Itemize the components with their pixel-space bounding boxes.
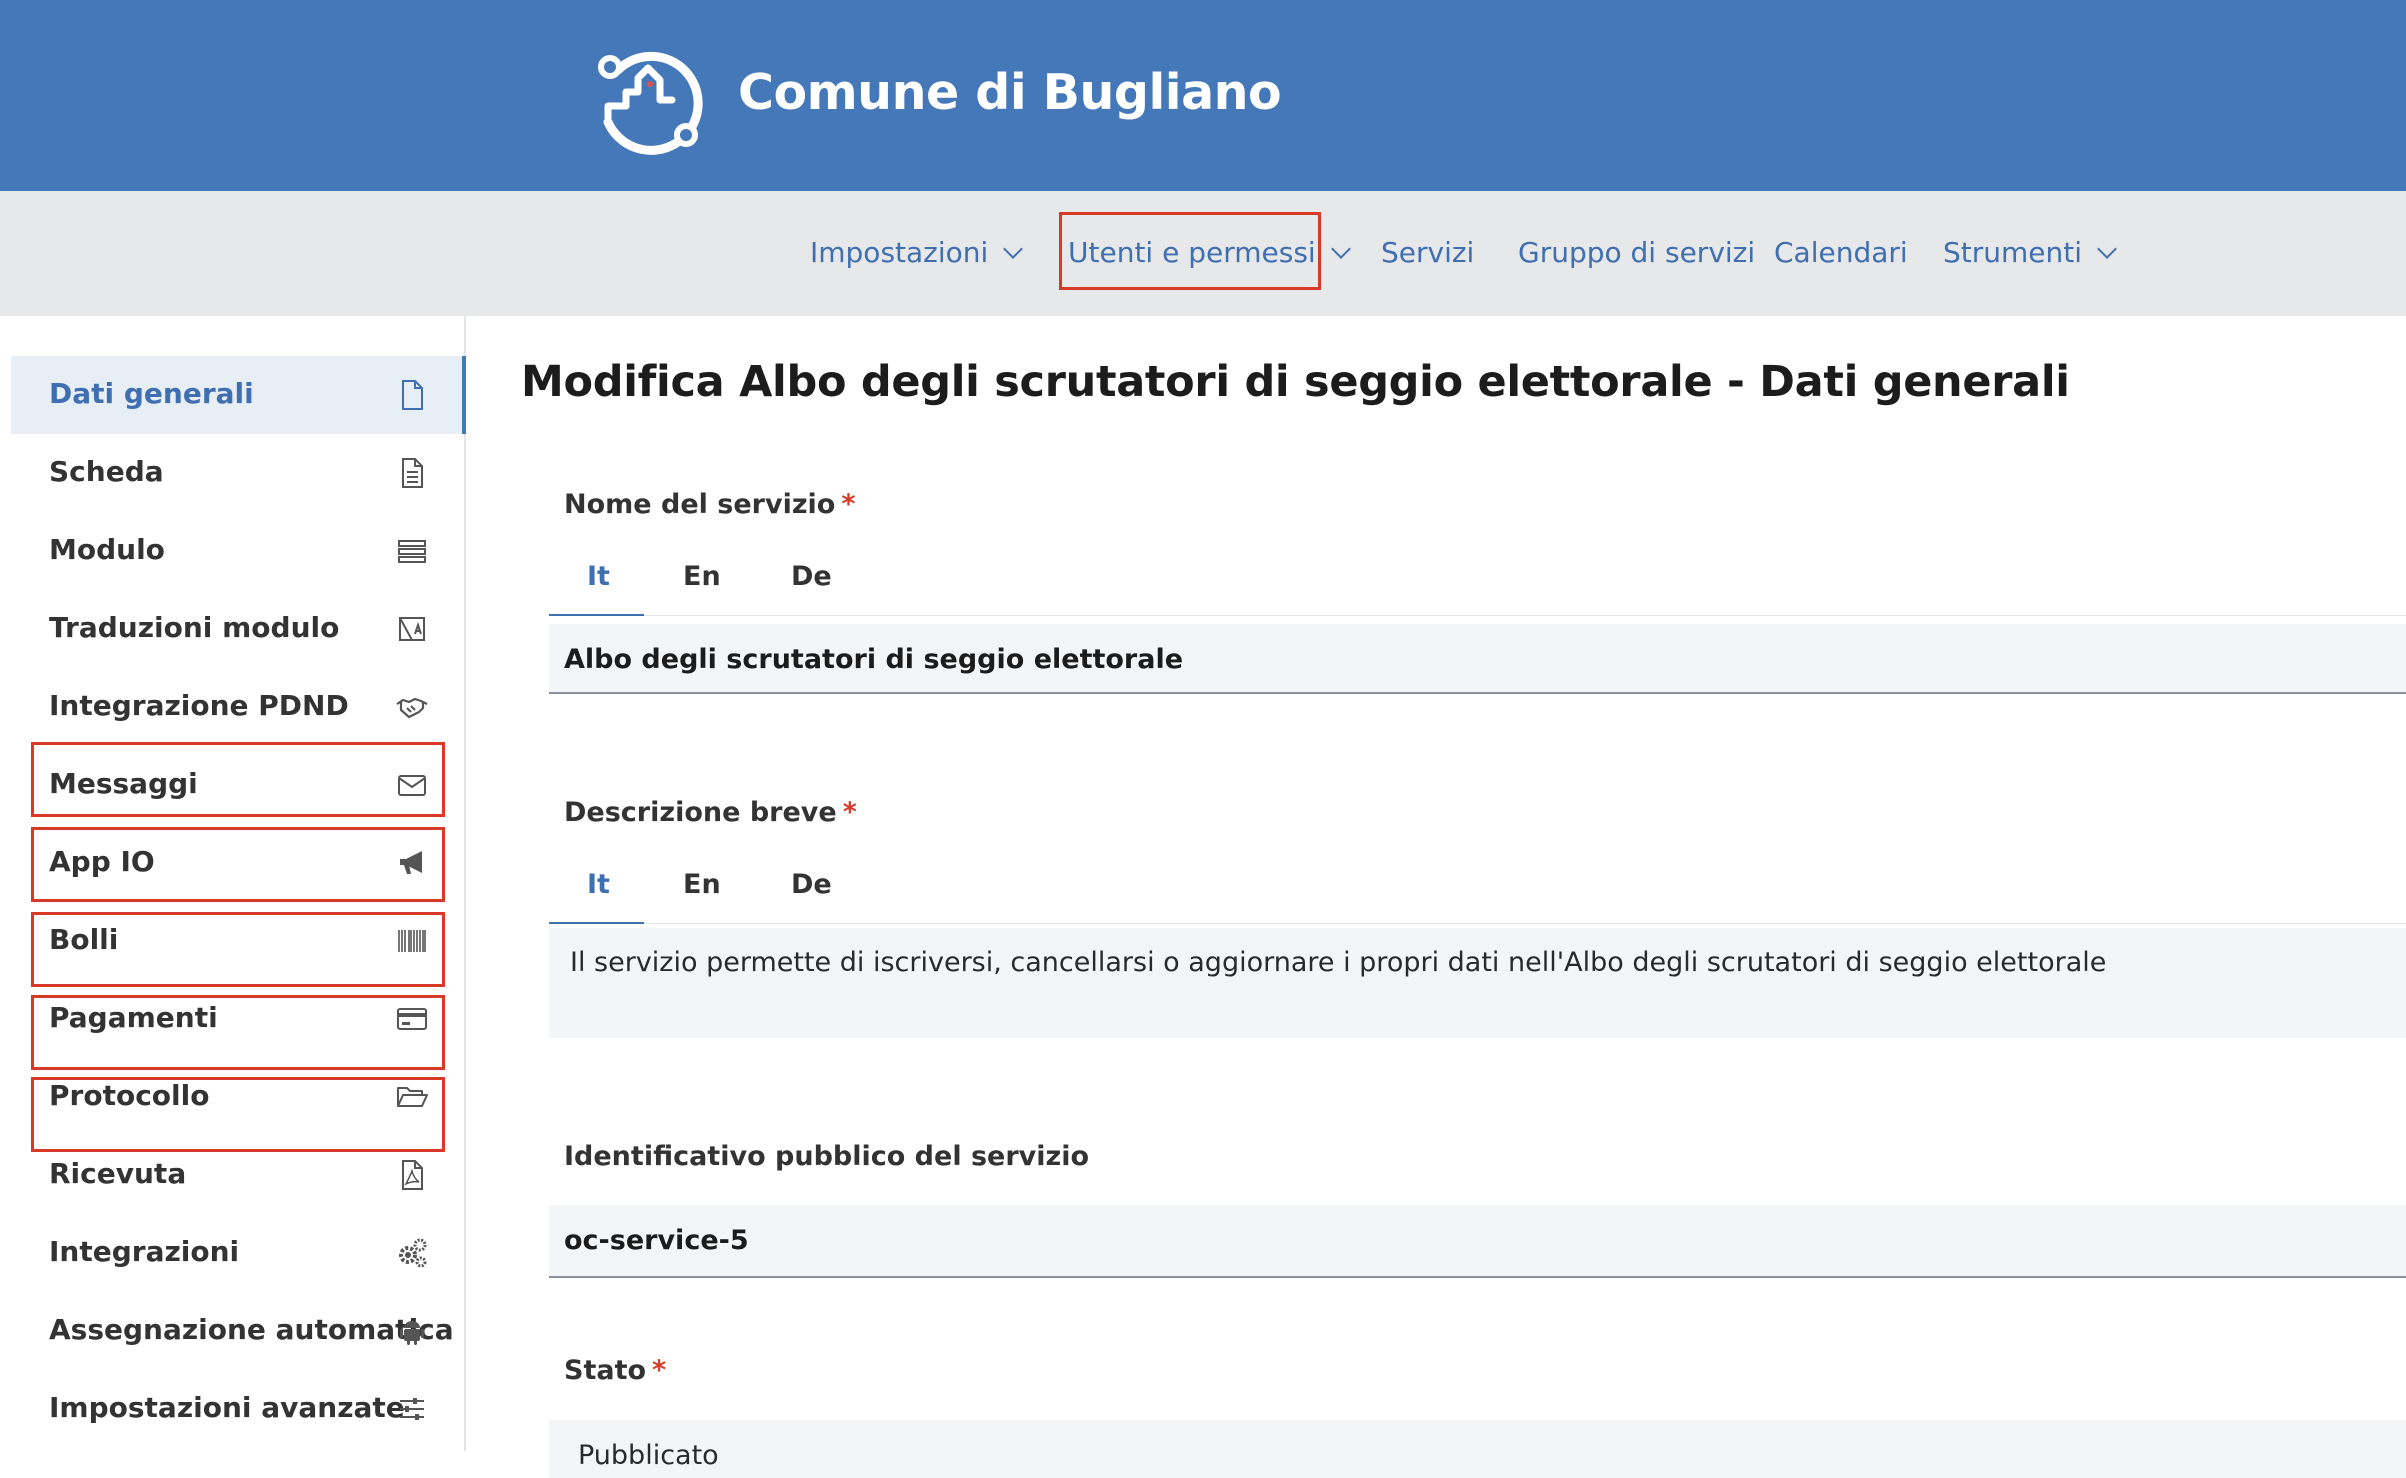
nav-item-gruppo-di-servizi[interactable]: Gruppo di servizi	[1518, 236, 1755, 269]
active-tab-indicator	[549, 922, 644, 924]
file-icon	[402, 380, 423, 410]
status-label: Stato *	[564, 1355, 666, 1386]
nav-item-utenti-e-permessi[interactable]: Utenti e permessi	[1068, 236, 1351, 269]
sidebar-item-bolli[interactable]: Bolli	[11, 902, 463, 980]
handshake-icon	[396, 697, 428, 719]
sidebar-item-label: Bolli	[49, 923, 119, 956]
nav-label: Utenti e permessi	[1068, 236, 1316, 269]
public-identifier-value: oc-service-5	[564, 1225, 749, 1256]
chevron-down-icon	[2097, 239, 2117, 259]
credit-card-icon	[397, 1008, 427, 1030]
status-label-text: Stato	[564, 1355, 647, 1386]
nav-label: Gruppo di servizi	[1518, 236, 1756, 269]
service-name-language-tabs: It En De	[549, 549, 2406, 616]
sidebar-item-traduzioni-modulo[interactable]: Traduzioni modulo	[11, 590, 463, 668]
page-title: Modifica Albo degli scrutatori di seggio…	[521, 357, 2070, 407]
sidebar-item-assegnazione-automatica[interactable]: Assegnazione automatica	[11, 1292, 463, 1370]
tab-en[interactable]: En	[683, 869, 721, 900]
tab-it[interactable]: It	[587, 869, 610, 900]
sidebar-item-label: Assegnazione automatica	[49, 1313, 454, 1346]
sidebar-divider	[464, 316, 466, 1451]
required-mark: *	[842, 797, 857, 828]
gears-icon	[399, 1238, 427, 1268]
short-description-textarea[interactable]: Il servizio permette di iscriversi, canc…	[549, 928, 2406, 1038]
sidebar-item-pagamenti[interactable]: Pagamenti	[11, 980, 463, 1058]
sidebar-item-modulo[interactable]: Modulo	[11, 512, 463, 590]
megaphone-icon	[400, 851, 422, 874]
chevron-down-icon	[1003, 239, 1024, 259]
sidebar-item-impostazioni-avanzate[interactable]: Impostazioni avanzate	[11, 1370, 463, 1448]
short-description-value: Il servizio permette di iscriversi, canc…	[570, 947, 2107, 978]
sidebar-item-label: Pagamenti	[49, 1001, 218, 1034]
sidebar-item-dati-generali[interactable]: Dati generali	[11, 356, 466, 434]
nav-item-servizi[interactable]: Servizi	[1381, 236, 1474, 269]
sliders-icon	[400, 1398, 424, 1420]
sidebar-item-label: Messaggi	[49, 767, 198, 800]
folder-open-icon	[397, 1087, 428, 1107]
pdf-file-icon	[402, 1160, 423, 1190]
barcode-icon	[398, 930, 426, 952]
service-name-label-text: Nome del servizio	[564, 489, 836, 520]
translate-icon	[399, 617, 425, 641]
sidebar-item-label: Impostazioni avanzate	[49, 1391, 405, 1424]
sidebar-item-messaggi[interactable]: Messaggi	[11, 746, 463, 824]
site-header: Comune di Bugliano	[0, 0, 2406, 191]
sidebar-item-label: Scheda	[49, 455, 164, 488]
tab-de[interactable]: De	[791, 869, 832, 900]
sidebar-item-label: App IO	[49, 845, 155, 878]
nav-item-impostazioni[interactable]: Impostazioni	[810, 236, 1024, 269]
tab-de[interactable]: De	[791, 561, 832, 592]
sidebar-item-ricevuta[interactable]: Ricevuta	[11, 1136, 463, 1214]
form-list-icon	[398, 540, 426, 563]
status-select[interactable]: Pubblicato	[549, 1420, 2406, 1478]
active-tab-indicator	[549, 614, 644, 616]
short-description-label-text: Descrizione breve	[564, 797, 837, 828]
sidebar-item-label: Integrazioni	[49, 1235, 240, 1268]
short-description-language-tabs: It En De	[549, 857, 2406, 924]
nav-item-calendari[interactable]: Calendari	[1774, 236, 1908, 269]
municipality-logo-icon[interactable]	[588, 40, 708, 160]
nav-label: Calendari	[1774, 236, 1908, 269]
public-identifier-input[interactable]: oc-service-5	[549, 1205, 2406, 1278]
nav-label: Impostazioni	[810, 236, 989, 269]
nav-label: Servizi	[1381, 236, 1475, 269]
android-icon	[400, 1321, 424, 1345]
sidebar-item-label: Traduzioni modulo	[49, 611, 340, 644]
required-mark: *	[652, 1355, 667, 1386]
public-identifier-label: Identificativo pubblico del servizio	[564, 1141, 1090, 1172]
sidebar-item-app-io[interactable]: App IO	[11, 824, 463, 902]
sidebar-item-integrazioni[interactable]: Integrazioni	[11, 1214, 463, 1292]
sidebar-item-protocollo[interactable]: Protocollo	[11, 1058, 463, 1136]
service-name-input[interactable]: Albo degli scrutatori di seggio elettora…	[549, 624, 2406, 694]
sidebar-item-label: Ricevuta	[49, 1157, 187, 1190]
site-title[interactable]: Comune di Bugliano	[738, 64, 1282, 121]
sidebar-item-label: Protocollo	[49, 1079, 210, 1112]
short-description-label: Descrizione breve *	[564, 797, 857, 828]
nav-label: Strumenti	[1943, 236, 2083, 269]
nav-item-strumenti[interactable]: Strumenti	[1943, 236, 2117, 269]
sidebar-item-scheda[interactable]: Scheda	[11, 434, 463, 512]
tab-en[interactable]: En	[683, 561, 721, 592]
sidebar-item-label: Integrazione PDND	[49, 689, 349, 722]
status-value: Pubblicato	[578, 1440, 719, 1471]
service-name-value: Albo degli scrutatori di seggio elettora…	[564, 644, 1184, 675]
tab-it[interactable]: It	[587, 561, 610, 592]
chevron-down-icon	[1330, 239, 1351, 259]
sidebar-item-label: Modulo	[49, 533, 165, 566]
required-mark: *	[841, 489, 856, 520]
file-text-icon	[402, 458, 423, 488]
sidebar-item-label: Dati generali	[49, 377, 254, 410]
sidebar-item-integrazione-pdnd[interactable]: Integrazione PDND	[11, 668, 463, 746]
envelope-icon	[398, 775, 426, 796]
service-name-label: Nome del servizio *	[564, 489, 855, 520]
